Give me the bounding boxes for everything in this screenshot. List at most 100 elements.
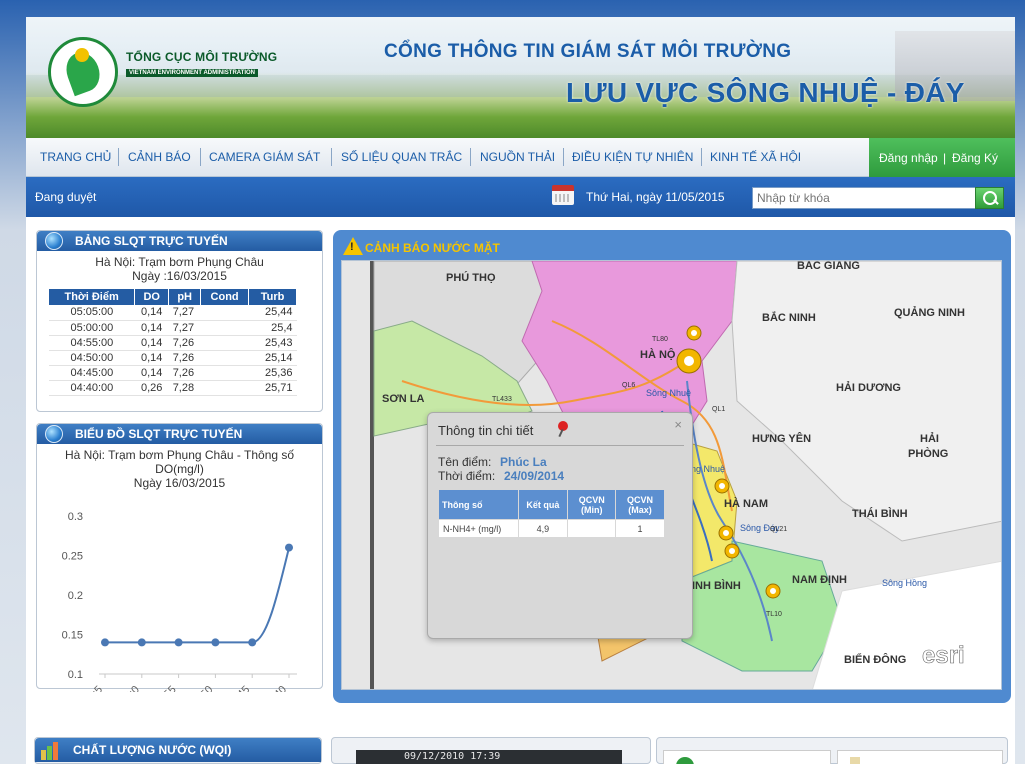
panel-title: CHẤT LƯỢNG NƯỚC (WQI)	[73, 743, 232, 757]
x-tick-label: 4:50	[192, 684, 216, 692]
column-header: Thời Điểm	[49, 289, 136, 305]
table-cell: 05:05:00	[49, 305, 135, 321]
table-cell: 25,14	[248, 350, 297, 366]
data-point[interactable]	[211, 638, 220, 647]
monitoring-marker-icon[interactable]	[724, 543, 740, 559]
map-border-left	[370, 261, 374, 689]
close-icon[interactable]: ×	[674, 417, 682, 432]
point-time-value: 24/09/2014	[504, 469, 565, 483]
table-cell: 0,26	[134, 380, 169, 396]
table-row: 04:55:00 0,14 7,26 25,43	[49, 335, 297, 351]
site-subtitle: LƯU VỰC SÔNG NHUỆ - ĐÁY	[566, 77, 965, 108]
do-line-chart: 0.3 0.25 0.2 0.15 0.15:5 5:0 4:55 4:50 4:45 4:40	[62, 511, 297, 692]
org-name: TỔNG CỤC MÔI TRƯỜNG	[126, 50, 278, 64]
column-header: Cond	[200, 289, 250, 305]
pushpin-icon[interactable]	[558, 421, 568, 431]
y-tick-label: 0.3	[68, 511, 83, 523]
table-cell: 7,26	[168, 335, 201, 351]
document-icon	[850, 757, 860, 764]
search-button[interactable]	[975, 187, 1004, 209]
road-label: QL6	[622, 382, 635, 389]
map-label: THÁI BÌNH	[852, 507, 908, 520]
road-label: QL21	[770, 526, 787, 533]
map-label: QUẢNG NINH	[894, 306, 965, 319]
globe-icon	[45, 425, 63, 443]
table-cell: 7,27	[168, 320, 201, 336]
nav-item-camera[interactable]: CAMERA GIÁM SÁT	[209, 150, 320, 164]
map-view[interactable]: PHÚ THỌ BẮC GIANG BẮC NINH QUẢNG NINH HÀ…	[341, 260, 1002, 690]
table-row: 04:45:00 0,14 7,26 25,36	[49, 365, 297, 381]
login-link[interactable]: Đăng nhập	[879, 151, 938, 165]
column-header: DO	[134, 289, 170, 305]
monitoring-marker-icon[interactable]	[686, 325, 702, 341]
table-cell: 04:45:00	[49, 365, 135, 381]
widget-box[interactable]	[837, 750, 1003, 764]
auth-box: Đăng nhập | Đăng Ký	[869, 138, 1015, 177]
globe-icon	[45, 232, 63, 250]
bar-chart-icon	[41, 742, 63, 760]
search-input[interactable]	[752, 187, 976, 209]
main-nav: TRANG CHỦ CẢNH BÁO CAMERA GIÁM SÁT SỐ LI…	[26, 138, 1015, 177]
nav-item-home[interactable]: TRANG CHỦ	[40, 150, 111, 164]
panel-title: BẢNG SLQT TRỰC TUYẾN	[75, 234, 228, 248]
table-cell	[200, 320, 249, 336]
nav-item-socio-economic[interactable]: KINH TẾ XÃ HỘI	[710, 150, 801, 164]
table-cell: 0,14	[134, 335, 169, 351]
popup-title: Thông tin chi tiết	[438, 423, 534, 438]
table-cell: 04:55:00	[49, 335, 135, 351]
table-row: 04:40:00 0,26 7,28 25,71	[49, 380, 297, 396]
data-point[interactable]	[248, 638, 257, 647]
data-point[interactable]	[137, 638, 146, 647]
table-cell: 05:00:00	[49, 320, 135, 336]
nav-item-natural-conditions[interactable]: ĐIỀU KIỆN TỰ NHIÊN	[572, 150, 693, 164]
column-header: Turb	[248, 289, 297, 305]
camera-feed[interactable]: 09/12/2010 17:39	[356, 750, 622, 764]
data-point[interactable]	[101, 638, 109, 647]
table-row: 05:00:00 0,14 7,27 25,4	[49, 320, 297, 336]
table-cell	[200, 380, 249, 396]
current-date: Thứ Hai, ngày 11/05/2015	[586, 190, 725, 204]
map-panel: CẢNH BÁO NƯỚC MẶT PHÚ THỌ BẮC GIANG	[333, 230, 1011, 703]
slqt-table: Thời Điểm DO pH Cond Turb 05:05:00 0,14 …	[49, 289, 297, 396]
panel-header: BẢNG SLQT TRỰC TUYẾN	[37, 231, 322, 251]
table-header-row: Thời Điểm DO pH Cond Turb	[49, 289, 297, 305]
table-cell: 25,43	[248, 335, 297, 351]
info-popup: Thông tin chi tiết × Tên điểm: Phúc La T…	[427, 412, 693, 639]
wqi-panel: CHẤT LƯỢNG NƯỚC (WQI)	[34, 737, 322, 764]
logo-sun	[75, 48, 89, 62]
map-label: SƠN LA	[382, 393, 424, 405]
table-cell: 7,26	[168, 365, 201, 381]
nav-item-monitoring-data[interactable]: SỐ LIỆU QUAN TRẮC	[341, 150, 462, 164]
data-point[interactable]	[174, 638, 183, 647]
chart-line-3: Ngày 16/03/2015	[133, 476, 226, 490]
monitoring-marker-icon[interactable]	[714, 478, 730, 494]
table-cell: 4,9	[517, 519, 569, 538]
chart-line-1: Hà Nội: Trạm bơm Phụng Châu - Thông số	[64, 448, 295, 462]
esri-logo: esri	[922, 642, 965, 669]
register-link[interactable]: Đăng Ký	[952, 151, 998, 165]
logo-icon[interactable]	[48, 37, 118, 107]
station-day: Ngày :16/03/2015	[132, 269, 227, 283]
nav-separator	[331, 148, 332, 166]
y-tick-label: 0.25	[62, 551, 83, 563]
data-point[interactable]	[285, 543, 293, 552]
monitoring-marker-icon[interactable]	[718, 525, 734, 541]
org-subtitle: VIETNAM ENVIRONMENT ADMINISTRATION	[126, 69, 258, 77]
point-time-label: Thời điểm:	[438, 469, 496, 483]
monitoring-marker-icon[interactable]	[765, 583, 781, 599]
widget-box[interactable]	[663, 750, 831, 764]
nav-separator	[563, 148, 564, 166]
result-table: Thông số Kết quả QCVN (Min) QCVN (Max) N…	[438, 489, 665, 538]
map-label: HẢI	[920, 432, 939, 445]
series-line	[105, 547, 290, 644]
monitoring-marker-icon[interactable]	[676, 348, 702, 374]
nav-separator	[701, 148, 702, 166]
table-cell	[200, 350, 249, 366]
camera-timestamp: 09/12/2010 17:39	[404, 751, 501, 762]
status-icon	[676, 757, 694, 764]
map-label: BẮC GIANG	[797, 261, 860, 272]
right-bottom-panel	[656, 737, 1008, 764]
map-label: HÀ NỘ	[640, 348, 676, 361]
nav-item-warning[interactable]: CẢNH BÁO	[128, 150, 191, 164]
nav-item-pollution-sources[interactable]: NGUỒN THẢI	[480, 150, 555, 164]
